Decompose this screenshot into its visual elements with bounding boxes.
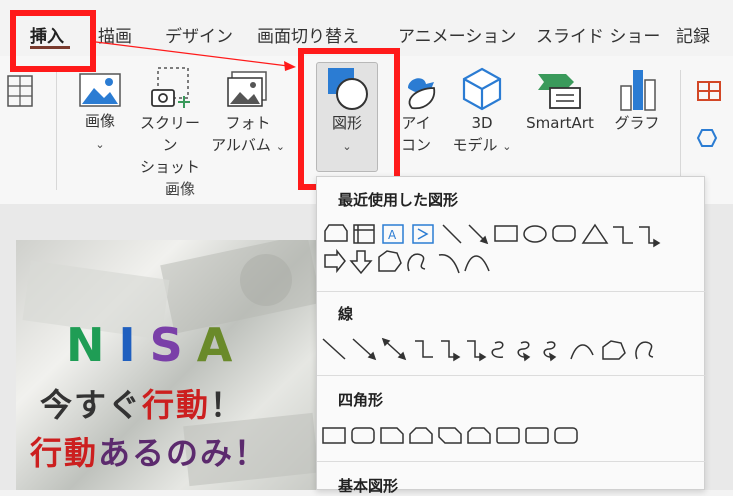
recent-shapes-gallery[interactable]: A xyxy=(321,221,681,277)
shape-textbox-v[interactable] xyxy=(412,224,434,244)
shapes-gallery-dropdown: 最近使用した図形 A 線 四角形 基本図形 xyxy=(316,176,706,495)
shape-right-arrow[interactable] xyxy=(324,248,346,274)
shape-arc[interactable] xyxy=(438,253,460,274)
section-divider xyxy=(317,291,706,292)
highlight-insert-tab xyxy=(10,10,96,72)
slide-canvas[interactable]: NISA 今すぐ行動！ 行動あるのみ！ xyxy=(16,240,316,490)
slide-text-line-1: 今すぐ行動！ xyxy=(40,380,244,426)
shape-triangle[interactable] xyxy=(581,223,609,244)
shape-oval[interactable] xyxy=(523,225,547,243)
nisa-heading: NISA xyxy=(66,318,246,372)
shape-line[interactable] xyxy=(442,224,462,244)
slide-text-line-2: 行動あるのみ！ xyxy=(30,428,268,474)
svg-text:A: A xyxy=(388,228,397,242)
section-divider xyxy=(317,375,706,376)
rectangles-gallery[interactable] xyxy=(321,425,621,449)
nisa-letter-s: S xyxy=(149,318,197,372)
shape-curve[interactable] xyxy=(464,255,490,272)
shape-freeform[interactable] xyxy=(378,250,402,272)
shape-textbox[interactable] xyxy=(353,224,375,244)
line1-part-a: 今すぐ xyxy=(40,386,143,424)
shape-elbow-connector[interactable] xyxy=(613,226,633,244)
nisa-letter-i: I xyxy=(118,318,150,372)
lines-gallery[interactable] xyxy=(321,335,681,365)
shape-rounded-rect[interactable] xyxy=(552,225,576,242)
line2-part-b: あるのみ！ xyxy=(98,434,269,472)
section-divider xyxy=(317,461,706,462)
shape-rectangle[interactable] xyxy=(494,225,518,242)
section-recent-shapes: 最近使用した図形 xyxy=(338,191,459,209)
line1-part-b: 行動 xyxy=(142,386,211,424)
highlight-shapes-button xyxy=(298,48,400,190)
nisa-letter-a: A xyxy=(196,318,247,372)
nisa-letter-n: N xyxy=(66,318,119,372)
section-rectangles: 四角形 xyxy=(338,391,384,409)
shape-scribble[interactable] xyxy=(407,253,426,272)
shape-down-arrow[interactable] xyxy=(349,250,373,275)
section-lines: 線 xyxy=(338,305,354,323)
line1-part-c: ！ xyxy=(210,386,245,424)
shape-snip-rect[interactable] xyxy=(324,224,348,242)
line2-part-a: 行動 xyxy=(30,434,99,472)
section-basic-shapes: 基本図形 xyxy=(338,477,399,495)
